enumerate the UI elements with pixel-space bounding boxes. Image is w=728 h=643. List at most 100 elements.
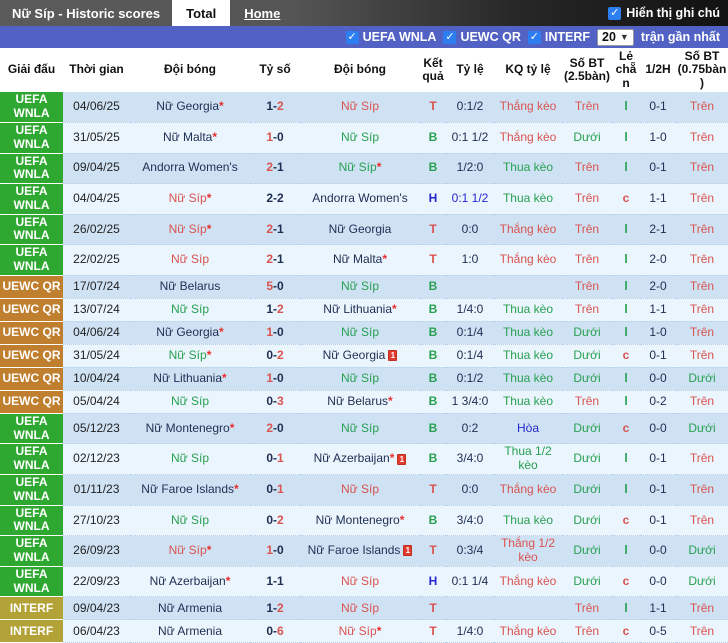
league-cell: UEWC QR bbox=[0, 275, 63, 298]
away-team-name: Nữ Azerbaijan bbox=[314, 451, 390, 465]
match-count-value: 20 bbox=[602, 30, 616, 44]
result-cell: T bbox=[420, 620, 446, 643]
home-team-name: Nữ Georgia bbox=[156, 325, 219, 339]
star-icon: * bbox=[382, 252, 387, 266]
red-card-icon: 1 bbox=[388, 350, 397, 361]
star-icon: * bbox=[388, 394, 393, 408]
show-notes-checkbox[interactable]: ✓ bbox=[608, 7, 621, 20]
odds-cell: 3/4:0 bbox=[446, 444, 494, 475]
over-under-0-75-cell: Trên bbox=[676, 344, 728, 367]
home-score: 1 bbox=[266, 601, 273, 615]
score-cell: 1-2 bbox=[250, 92, 300, 122]
score-cell: 2-1 bbox=[250, 153, 300, 184]
half-score-cell: 1-0 bbox=[640, 321, 676, 344]
over-under-0-75-cell: Trên bbox=[676, 92, 728, 122]
score-cell: 1-0 bbox=[250, 536, 300, 567]
uefa-wnla-checkbox[interactable]: ✓ bbox=[346, 31, 359, 44]
odd-even-cell: l bbox=[612, 321, 640, 344]
match-row: UEFA WNLA09/04/25Andorra Women's2-1Nữ Sí… bbox=[0, 153, 728, 184]
match-row: UEWC QR05/04/24Nữ Síp0-3Nữ Belarus*B1 3/… bbox=[0, 390, 728, 413]
show-notes-control: ✓ Hiển thị ghi chú bbox=[600, 0, 728, 26]
odd-even-cell: l bbox=[612, 475, 640, 506]
home-team-cell: Nữ Síp* bbox=[130, 344, 250, 367]
date-cell: 01/11/23 bbox=[63, 475, 130, 506]
match-row: UEFA WNLA04/04/25Nữ Síp*2-2Andorra Women… bbox=[0, 184, 728, 215]
result-cell: B bbox=[420, 367, 446, 390]
away-team-name: Nữ Síp bbox=[339, 160, 377, 174]
odds-result-cell: Thắng kèo bbox=[494, 475, 562, 506]
over-under-2-5-cell: Trên bbox=[562, 597, 612, 620]
odd-even-cell: l bbox=[612, 390, 640, 413]
league-cell: UEWC QR bbox=[0, 367, 63, 390]
home-team-name: Nữ Lithuania bbox=[153, 371, 222, 385]
odds-cell: 1/2:0 bbox=[446, 153, 494, 184]
filter-bar: ✓ UEFA WNLA ✓ UEWC QR ✓ INTERF 20 ▼ trận… bbox=[0, 26, 728, 48]
odds-cell: 0:1/2 bbox=[446, 92, 494, 122]
match-row: UEWC QR04/06/24Nữ Georgia*1-0Nữ SípB0:1/… bbox=[0, 321, 728, 344]
column-header-10: 1/2H bbox=[640, 48, 676, 92]
over-under-2-5-cell: Dưới bbox=[562, 413, 612, 444]
star-icon: * bbox=[207, 222, 212, 236]
result-cell: B bbox=[420, 344, 446, 367]
interf-checkbox[interactable]: ✓ bbox=[528, 31, 541, 44]
odd-even-cell: l bbox=[612, 597, 640, 620]
league-cell: UEWC QR bbox=[0, 390, 63, 413]
odds-result-cell: Thua 1/2 kèo bbox=[494, 444, 562, 475]
away-score: 1 bbox=[277, 160, 284, 174]
away-team-name: Nữ Malta bbox=[333, 252, 382, 266]
score-cell: 5-0 bbox=[250, 275, 300, 298]
over-under-0-75-cell: Trên bbox=[676, 505, 728, 536]
chevron-down-icon: ▼ bbox=[620, 32, 629, 42]
over-under-2-5-cell: Dưới bbox=[562, 444, 612, 475]
match-row: UEFA WNLA27/10/23Nữ Síp0-2Nữ Montenegro*… bbox=[0, 505, 728, 536]
away-score: 1 bbox=[277, 451, 284, 465]
score-cell: 2-0 bbox=[250, 413, 300, 444]
home-team-cell: Nữ Armenia bbox=[130, 597, 250, 620]
away-score: 1 bbox=[277, 574, 284, 588]
home-score: 1 bbox=[266, 371, 273, 385]
odd-even-cell: c bbox=[612, 505, 640, 536]
match-count-select[interactable]: 20 ▼ bbox=[597, 29, 634, 46]
half-score-cell: 1-1 bbox=[640, 298, 676, 321]
away-team-cell: Nữ Síp bbox=[300, 367, 420, 390]
odd-even-cell: l bbox=[612, 367, 640, 390]
odd-even-cell: c bbox=[612, 344, 640, 367]
odd-even-cell: l bbox=[612, 275, 640, 298]
home-score: 0 bbox=[266, 348, 273, 362]
tab-home[interactable]: Home bbox=[230, 0, 294, 26]
uefa-wnla-label: UEFA WNLA bbox=[363, 30, 437, 44]
over-under-0-75-cell: Trên bbox=[676, 245, 728, 276]
home-team-name: Nữ Síp bbox=[171, 252, 209, 266]
match-row: UEFA WNLA01/11/23Nữ Faroe Islands*0-1Nữ … bbox=[0, 475, 728, 506]
match-row: UEWC QR31/05/24Nữ Síp*0-2Nữ Georgia1B0:1… bbox=[0, 344, 728, 367]
table-header-row: Giải đấuThời gianĐội bóngTỷ sốĐội bóngKế… bbox=[0, 48, 728, 92]
date-cell: 27/10/23 bbox=[63, 505, 130, 536]
column-header-3: Tỷ số bbox=[250, 48, 300, 92]
over-under-0-75-cell: Trên bbox=[676, 475, 728, 506]
home-team-cell: Nữ Belarus bbox=[130, 275, 250, 298]
odds-cell: 0:0 bbox=[446, 475, 494, 506]
away-score: 1 bbox=[277, 222, 284, 236]
column-header-1: Thời gian bbox=[63, 48, 130, 92]
odds-result-cell: Thắng 1/2 kèo bbox=[494, 536, 562, 567]
away-team-name: Nữ Síp bbox=[341, 371, 379, 385]
away-team-cell: Nữ Malta* bbox=[300, 245, 420, 276]
league-cell: UEWC QR bbox=[0, 298, 63, 321]
home-team-cell: Nữ Faroe Islands* bbox=[130, 475, 250, 506]
result-cell: T bbox=[420, 597, 446, 620]
home-score: 0 bbox=[266, 513, 273, 527]
historic-scores-table: Giải đấuThời gianĐội bóngTỷ sốĐội bóngKế… bbox=[0, 48, 728, 643]
over-under-2-5-cell: Dưới bbox=[562, 122, 612, 153]
away-team-name: Nữ Síp bbox=[341, 279, 379, 293]
date-cell: 04/06/24 bbox=[63, 321, 130, 344]
over-under-0-75-cell: Dưới bbox=[676, 566, 728, 597]
half-score-cell: 2-0 bbox=[640, 245, 676, 276]
home-team-name: Nữ Síp bbox=[169, 222, 207, 236]
tab-total[interactable]: Total bbox=[172, 0, 230, 26]
date-cell: 06/04/23 bbox=[63, 620, 130, 643]
home-team-cell: Nữ Armenia bbox=[130, 620, 250, 643]
uewc-qr-checkbox[interactable]: ✓ bbox=[443, 31, 456, 44]
half-score-cell: 2-1 bbox=[640, 214, 676, 245]
star-icon: * bbox=[390, 451, 395, 465]
over-under-0-75-cell: Dưới bbox=[676, 367, 728, 390]
